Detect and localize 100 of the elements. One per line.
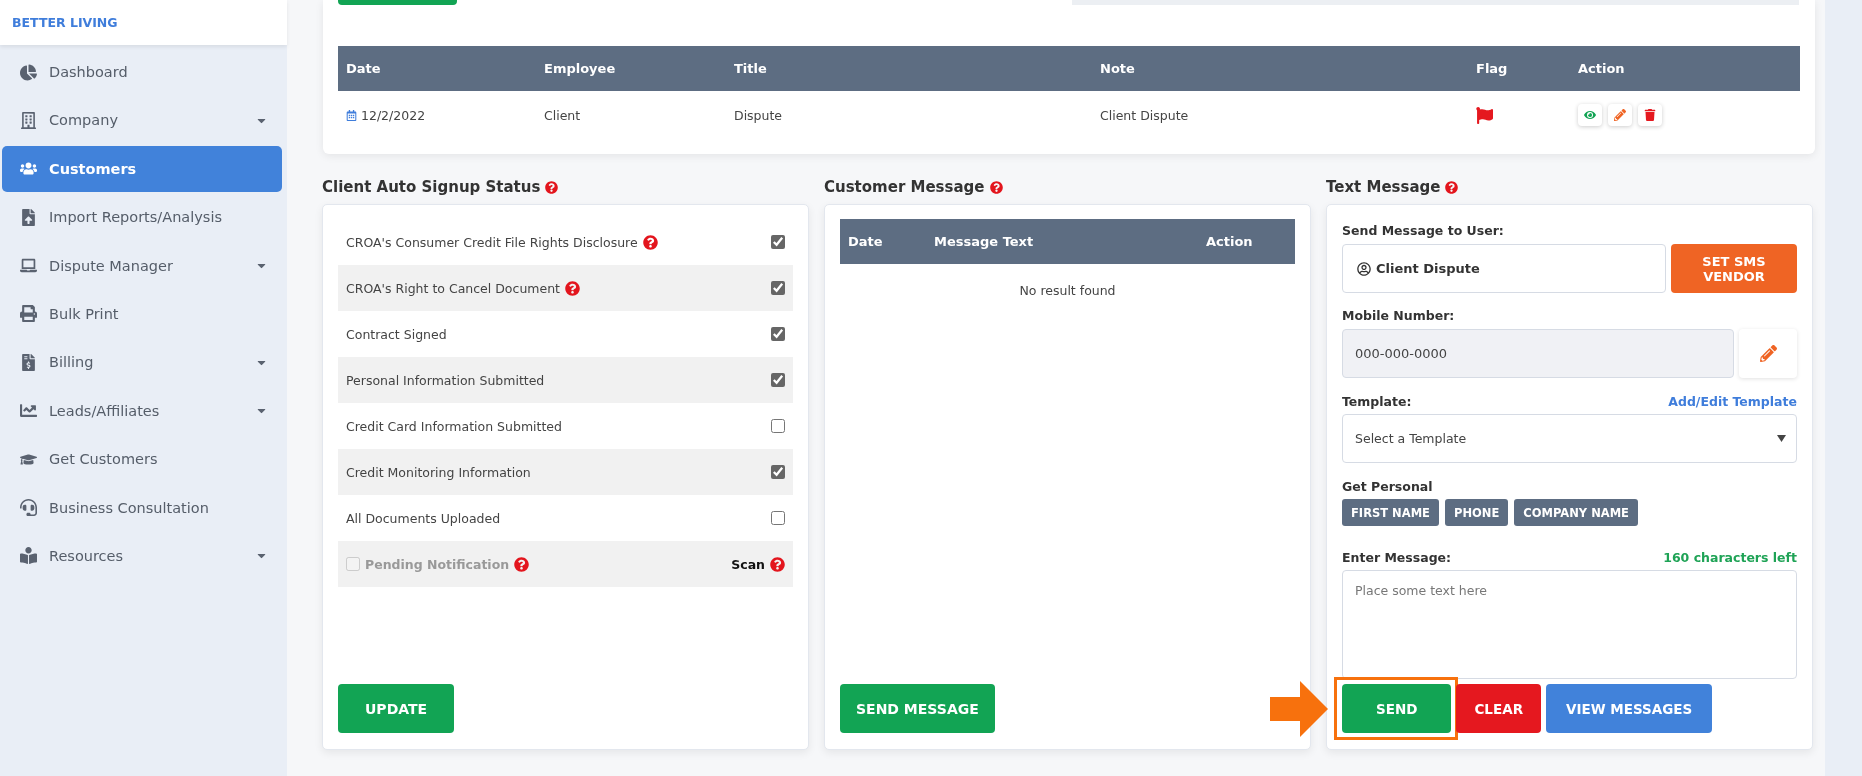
checkbox[interactable] (771, 511, 785, 525)
nav-item[interactable]: Resources (2, 532, 282, 579)
template-select[interactable]: Select a Template (1342, 414, 1797, 463)
mobile-field[interactable]: 000-000-0000 (1342, 329, 1734, 378)
column-header: Action (1205, 234, 1254, 249)
nav-label: Dispute Manager (49, 257, 174, 274)
column-header: Date (345, 61, 382, 76)
nav-label: Company (49, 112, 119, 129)
characters-left: 160 characters left (1663, 549, 1797, 565)
printer-icon (18, 305, 39, 323)
checkbox[interactable] (771, 327, 785, 341)
edit-button[interactable] (1739, 329, 1797, 378)
column-header: Date (847, 234, 884, 249)
nav-item[interactable]: Billing (2, 339, 282, 386)
table-cell-text: Client (543, 107, 582, 123)
eye-icon (1584, 109, 1596, 121)
nav-label: Dashboard (49, 64, 129, 80)
pencil-icon (1614, 109, 1626, 121)
empty-message: No result found (1019, 283, 1116, 298)
nav-item[interactable]: Customers (2, 145, 282, 192)
nav-label: Leads/Affiliates (49, 402, 161, 419)
checkbox[interactable] (771, 235, 785, 249)
send-message-button[interactable]: SEND MESSAGE (840, 684, 995, 733)
nav-label: Import Reports/Analysis (49, 209, 223, 226)
arrow-icon (1270, 681, 1328, 737)
status-label: CROA's Consumer Credit File Rights Disclosure (346, 234, 638, 250)
pie-chart-icon (18, 63, 39, 81)
table-cell-text: Dispute (733, 107, 784, 123)
nav-item[interactable]: Dashboard (2, 49, 282, 95)
placeholder-tag[interactable]: COMPANY NAME (1514, 499, 1638, 526)
nav-label: Resources (49, 547, 125, 564)
user-icon (1357, 261, 1371, 276)
nav-label: Get Customers (49, 451, 159, 468)
placeholder-tag[interactable]: PHONE (1444, 499, 1509, 526)
help-icon[interactable] (565, 280, 580, 296)
checkbox[interactable] (771, 465, 785, 479)
column-header: Note (1099, 61, 1136, 76)
nav-item[interactable]: Bulk Print (2, 290, 282, 337)
panel-title: Client Auto Signup Status (322, 178, 541, 196)
column-header: Message Text (933, 234, 1035, 249)
dropdown-arrow-icon (1777, 435, 1786, 442)
checkbox[interactable] (771, 373, 785, 387)
nav-item[interactable]: Dispute Manager (2, 242, 282, 289)
field-label: Template: (1342, 393, 1412, 409)
column-header: Action (1577, 61, 1626, 76)
panel-title: Customer Message (824, 178, 985, 196)
nav-label: Business Consultation (49, 499, 210, 516)
recipient-field[interactable]: Client Dispute (1342, 244, 1666, 293)
table-cell-text: Client Dispute (1099, 107, 1190, 123)
delete-button[interactable] (1638, 104, 1662, 126)
scan-label: Scan (731, 556, 765, 572)
status-label: Contract Signed (346, 326, 447, 342)
placeholder-tag[interactable]: FIRST NAME (1342, 499, 1439, 526)
nav-label: Bulk Print (49, 305, 120, 322)
view-button[interactable] (1578, 104, 1602, 126)
column-header: Employee (543, 61, 617, 76)
date-cell: 12/2/2022 (338, 107, 536, 123)
nav-label: Customers (49, 160, 138, 177)
send-button[interactable]: SEND (1342, 684, 1452, 733)
line-chart-icon (18, 402, 39, 420)
column-header: Flag (1475, 61, 1509, 76)
help-icon[interactable] (514, 556, 530, 572)
nav-item[interactable]: Business Consultation (2, 484, 282, 531)
help-icon[interactable] (989, 180, 1003, 194)
laptop-icon (18, 257, 39, 275)
panel-title: Text Message (1326, 178, 1441, 196)
field-label: Enter Message: (1342, 549, 1452, 565)
edit-button[interactable] (1608, 104, 1632, 126)
clear-button[interactable]: CLEAR (1456, 684, 1542, 733)
nav-item[interactable]: Get Customers (2, 436, 282, 483)
update-button[interactable]: UPDATE (338, 684, 455, 733)
checkbox[interactable] (771, 419, 785, 433)
calendar-icon (346, 109, 357, 121)
message-field[interactable]: Place some text here (1342, 570, 1797, 679)
field-label: Send Message to User: (1342, 222, 1504, 238)
status-label: Credit Monitoring Information (346, 464, 531, 480)
headset-icon (18, 499, 39, 516)
help-icon[interactable] (545, 180, 559, 194)
book-reader-icon (18, 547, 39, 565)
add-edit-template-link[interactable]: Add/Edit Template (1668, 393, 1797, 409)
field-label: Mobile Number: (1342, 307, 1455, 323)
view-messages-button[interactable]: VIEW MESSAGES (1546, 684, 1713, 733)
status-label: Personal Information Submitted (346, 372, 545, 388)
nav-item[interactable]: Leads/Affiliates (2, 387, 282, 434)
help-icon[interactable] (642, 234, 658, 250)
brand-name: BETTER LIVING (12, 15, 118, 30)
field-label: Get Personal (1342, 478, 1433, 494)
building-icon (18, 111, 39, 129)
nav-label: Billing (49, 354, 95, 371)
status-label: Pending Notification (365, 556, 510, 572)
nav-item[interactable]: Company (2, 97, 282, 144)
nav-item[interactable]: Import Reports/Analysis (2, 194, 282, 241)
pencil-icon (1759, 345, 1777, 362)
status-label: Credit Card Information Submitted (346, 418, 562, 434)
column-header: Title (733, 61, 768, 76)
checkbox[interactable] (771, 281, 785, 295)
help-icon[interactable] (1445, 180, 1459, 194)
help-icon[interactable] (770, 556, 785, 572)
status-label: All Documents Uploaded (346, 510, 501, 526)
sms-vendor-button[interactable]: SET SMS VENDOR (1671, 244, 1797, 293)
